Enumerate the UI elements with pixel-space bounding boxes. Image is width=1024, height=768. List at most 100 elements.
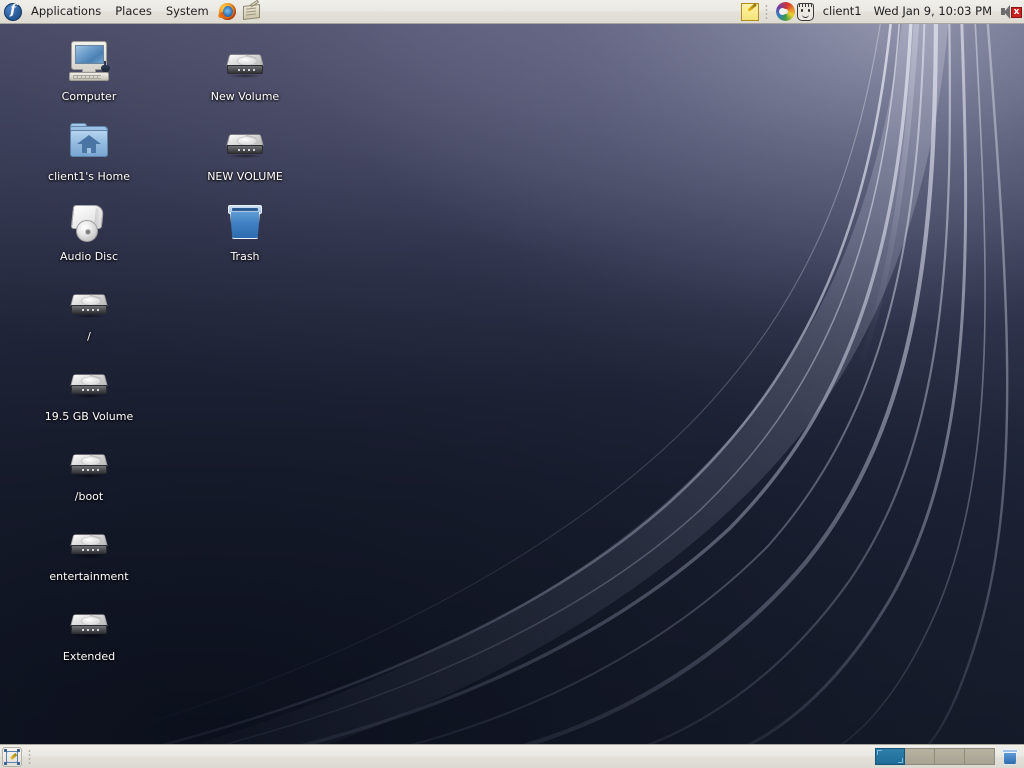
hard-drive-icon — [70, 607, 108, 638]
top-panel: Applications Places System — [0, 0, 1024, 24]
disc-hole — [85, 229, 91, 235]
desktop-icon-19gb-volume-label: 19.5 GB Volume — [44, 410, 134, 423]
drive-shadow — [72, 314, 106, 318]
firefox-globe-icon — [222, 5, 233, 17]
drive-leds — [82, 629, 100, 631]
hard-drive-icon — [70, 367, 108, 398]
desktop-icon-computer-glyph — [65, 38, 113, 86]
desktop-icon-trash-glyph — [221, 198, 269, 246]
desktop-icon-root[interactable]: / — [41, 278, 137, 343]
desktop-icon-entertainment-label: entertainment — [49, 570, 129, 583]
drive-shadow — [72, 554, 106, 558]
drive-front — [71, 385, 107, 394]
house-roof-icon — [77, 135, 101, 144]
top-panel-left: Applications Places System — [0, 0, 264, 23]
hard-drive-icon — [226, 127, 264, 158]
desktop-icon-new-volume-glyph — [221, 38, 269, 86]
drive-front — [71, 625, 107, 634]
show-desktop-icon[interactable] — [2, 746, 22, 767]
compact-disc-icon — [76, 220, 98, 242]
desktop-icon-computer[interactable]: Computer — [41, 38, 137, 103]
workspace-4-marks — [965, 749, 994, 764]
drive-shadow — [72, 634, 106, 638]
desktop-icon-home[interactable]: client1's Home — [41, 118, 137, 183]
drive-shadow — [228, 154, 262, 158]
face-mouth — [801, 14, 809, 18]
face-hair — [798, 3, 812, 7]
clock-label[interactable]: Wed Jan 9, 10:03 PM — [868, 5, 998, 18]
show-desktop-corner-tl — [4, 748, 7, 752]
trash-body — [1003, 752, 1017, 765]
desktop-icon-19gb-volume-glyph — [65, 358, 113, 406]
desktop-icon-grid: Computer client1's Home Audio Disc / 19.5 GB… — [0, 24, 1024, 744]
menu-places[interactable]: Places — [108, 2, 159, 22]
menu-applications[interactable]: Applications — [24, 2, 108, 22]
firefox-launcher[interactable] — [217, 1, 239, 23]
user-face-icon[interactable] — [796, 2, 814, 21]
desktop-icon-home-label: client1's Home — [48, 170, 130, 183]
workspace-4[interactable] — [965, 748, 995, 765]
speaker-muted-icon[interactable]: x — [1000, 3, 1022, 21]
desktop-icon-new-volume-caps-label: NEW VOLUME — [207, 170, 283, 183]
hard-drive-icon — [70, 447, 108, 478]
drive-leds — [82, 389, 100, 391]
desktop-icon-new-volume[interactable]: New Volume — [197, 38, 293, 103]
trash-rim — [1002, 748, 1018, 753]
color-swirl-launcher[interactable] — [773, 2, 795, 21]
sticky-note-icon[interactable] — [740, 2, 759, 21]
drive-front — [227, 65, 263, 74]
mouse-icon — [101, 61, 110, 72]
keyboard-keys — [73, 75, 101, 79]
desktop-icon-extended[interactable]: Extended — [41, 598, 137, 663]
window-list[interactable] — [37, 745, 872, 768]
desktop-icon-trash[interactable]: Trash — [197, 198, 293, 263]
desktop-icon-new-volume-caps[interactable]: NEW VOLUME — [197, 118, 293, 183]
monitor-screen — [74, 44, 104, 64]
drive-leds — [238, 69, 256, 71]
drive-shadow — [72, 394, 106, 398]
desktop-icon-computer-label: Computer — [61, 90, 117, 103]
desktop-icon-boot-label: /boot — [74, 490, 104, 503]
drive-leds — [82, 549, 100, 551]
mute-x-badge: x — [1011, 6, 1022, 18]
house-door-icon — [87, 148, 91, 153]
drive-front — [71, 305, 107, 314]
face-eye-left — [800, 8, 803, 12]
desktop-icon-audio-disc[interactable]: Audio Disc — [41, 198, 137, 263]
desktop-icon-audio-disc-glyph — [65, 198, 113, 246]
keyboard-icon — [69, 72, 109, 81]
desktop-icon-entertainment[interactable]: entertainment — [41, 518, 137, 583]
drive-leds — [82, 309, 100, 311]
desktop-icon-new-volume-label: New Volume — [210, 90, 280, 103]
workspace-3-marks — [935, 749, 964, 764]
drive-leds — [82, 469, 100, 471]
desktop-icon-new-volume-caps-glyph — [221, 118, 269, 166]
face-eye-right — [807, 8, 810, 12]
evolution-launcher[interactable] — [241, 0, 263, 23]
workspace-2[interactable] — [905, 748, 935, 765]
show-desktop-corner-bl — [4, 761, 7, 765]
bottom-panel — [0, 744, 1024, 768]
desktop-icon-root-glyph — [65, 278, 113, 326]
desktop-icon-19gb-volume[interactable]: 19.5 GB Volume — [41, 358, 137, 423]
desktop-icon-boot-glyph — [65, 438, 113, 486]
username-label[interactable]: client1 — [817, 5, 868, 18]
drive-front — [71, 545, 107, 554]
tray-separator — [764, 3, 768, 20]
trash-icon[interactable] — [1000, 747, 1020, 767]
desktop-screen: Applications Places System — [0, 0, 1024, 768]
workspace-1-marks — [876, 749, 904, 764]
fedora-logo-icon[interactable] — [4, 2, 22, 21]
desktop-icon-extended-glyph — [65, 598, 113, 646]
desktop-icon-audio-disc-label: Audio Disc — [59, 250, 119, 263]
top-panel-tray: client1 Wed Jan 9, 10:03 PM x — [738, 0, 1024, 23]
workspace-switcher[interactable] — [875, 748, 995, 766]
menu-system[interactable]: System — [159, 2, 216, 22]
show-desktop-corner-tr — [17, 748, 20, 752]
trash-body — [230, 212, 260, 239]
drive-front — [71, 465, 107, 474]
drive-front — [227, 145, 263, 154]
workspace-3[interactable] — [935, 748, 965, 765]
desktop-icon-boot[interactable]: /boot — [41, 438, 137, 503]
workspace-1[interactable] — [875, 748, 905, 765]
